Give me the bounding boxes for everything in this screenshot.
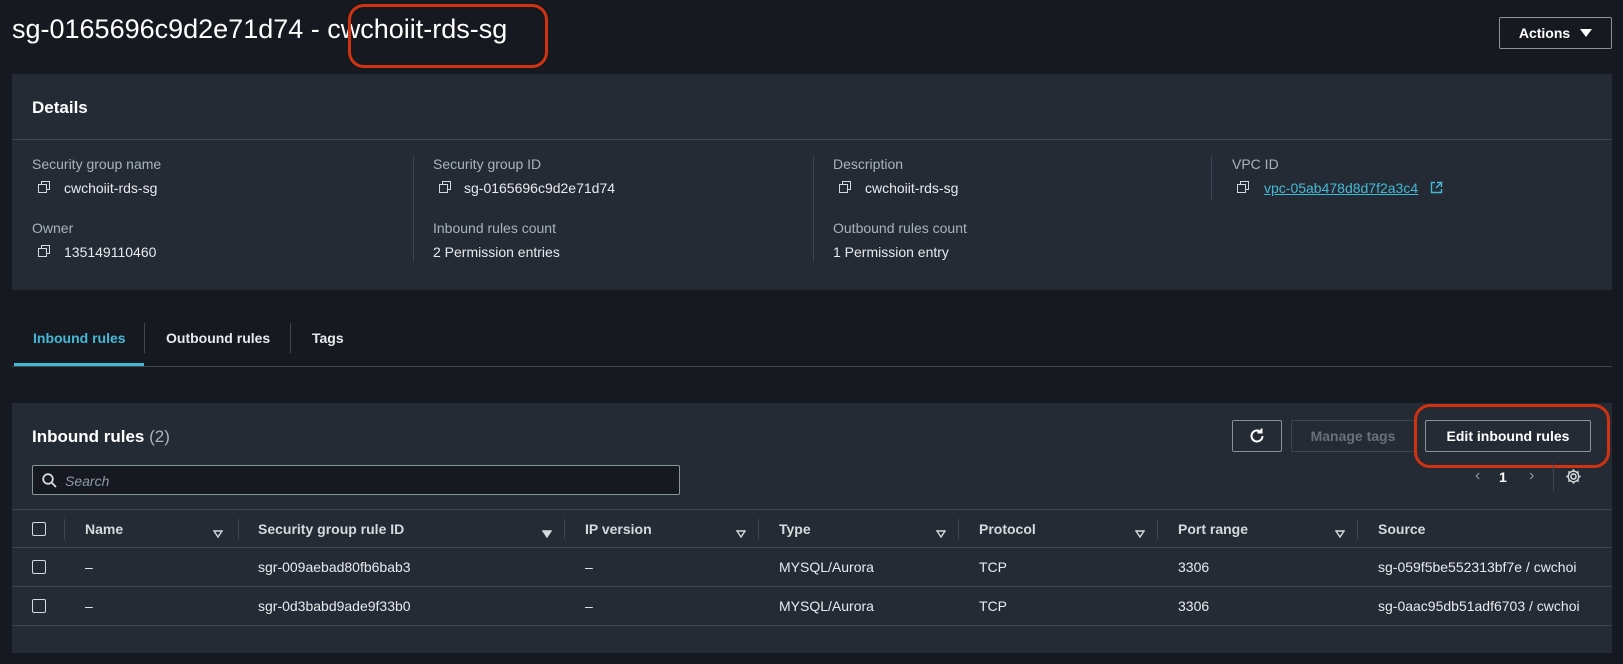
description-label: Description: [833, 156, 904, 172]
owner-value: 135149110460: [64, 244, 157, 260]
column-separator: [1357, 519, 1358, 539]
inbound-rules-count: (2): [149, 427, 170, 446]
cell-protocol: TCP: [979, 598, 1007, 614]
search-box[interactable]: [32, 465, 680, 496]
column-header-ip-version[interactable]: IP version: [585, 521, 652, 537]
tab-inbound-rules[interactable]: Inbound rules: [33, 330, 126, 346]
security-group-name-value: cwchoiit-rds-sg: [64, 180, 158, 196]
column-header-rule-id[interactable]: Security group rule ID: [258, 521, 404, 537]
sort-down-icon[interactable]: [935, 525, 947, 543]
outbound-rules-count-label: Outbound rules count: [833, 220, 967, 236]
tab-outbound-rules[interactable]: Outbound rules: [166, 330, 270, 346]
security-group-id-label: Security group ID: [433, 156, 542, 172]
cell-type: MYSQL/Aurora: [779, 559, 874, 575]
inbound-rules-heading: Inbound rules (2): [32, 427, 170, 447]
next-page-icon[interactable]: ›: [1529, 467, 1534, 485]
actions-button-label: Actions: [1518, 25, 1571, 41]
copy-icon[interactable]: [38, 245, 50, 257]
tabs-underline: [12, 366, 1612, 367]
column-divider: [413, 156, 414, 262]
table-row[interactable]: – sgr-009aebad80fb6bab3 – MYSQL/Aurora T…: [12, 548, 1612, 587]
column-separator: [758, 519, 759, 539]
tab-active-indicator: [14, 363, 144, 366]
search-icon: [42, 473, 57, 488]
column-header-port-range[interactable]: Port range: [1178, 521, 1248, 537]
security-group-id-value: sg-0165696c9d2e71d74: [464, 180, 616, 196]
cell-ip-version: –: [585, 559, 593, 575]
pager-divider: [1553, 463, 1554, 491]
cell-port-range: 3306: [1178, 598, 1210, 614]
outbound-rules-count-value: 1 Permission entry: [833, 244, 949, 260]
copy-icon[interactable]: [839, 181, 851, 193]
cell-rule-id: sgr-009aebad80fb6bab3: [258, 559, 411, 575]
column-header-name[interactable]: Name: [85, 521, 123, 537]
search-input[interactable]: [63, 466, 667, 496]
details-heading: Details: [32, 98, 88, 117]
refresh-icon: [1250, 428, 1264, 443]
copy-icon[interactable]: [1237, 181, 1249, 193]
column-header-source[interactable]: Source: [1378, 521, 1425, 537]
cell-type: MYSQL/Aurora: [779, 598, 874, 614]
vpc-id-label: VPC ID: [1232, 156, 1279, 172]
cell-name: –: [85, 598, 93, 614]
vpc-id-link[interactable]: vpc-05ab478d8d7f2a3c4: [1264, 180, 1418, 196]
refresh-button[interactable]: [1232, 420, 1282, 452]
table-header-row: Name Security group rule ID IP version T…: [12, 509, 1612, 548]
edit-button-highlight-annotation: [1414, 404, 1610, 468]
column-separator: [958, 519, 959, 539]
caret-down-icon: [1580, 29, 1593, 37]
description-value: cwchoiit-rds-sg: [865, 180, 959, 196]
inbound-rules-heading-text: Inbound rules: [32, 427, 145, 446]
sort-down-icon[interactable]: [1334, 525, 1346, 543]
row-checkbox[interactable]: [32, 599, 46, 613]
inbound-rules-count-value: 2 Permission entries: [433, 244, 560, 260]
security-group-name-label: Security group name: [32, 156, 162, 172]
security-group-id-title: sg-0165696c9d2e71d74 -: [12, 14, 328, 44]
copy-icon[interactable]: [38, 181, 50, 193]
manage-tags-button[interactable]: Manage tags: [1291, 420, 1415, 452]
cell-source: sg-059f5be552313bf7e / cwchoi: [1378, 559, 1577, 575]
column-divider: [1211, 156, 1212, 200]
column-separator: [64, 519, 65, 539]
gear-icon[interactable]: [1565, 468, 1582, 485]
cell-name: –: [85, 559, 93, 575]
select-all-checkbox[interactable]: [32, 522, 46, 536]
page-number[interactable]: 1: [1499, 469, 1507, 485]
column-separator: [238, 519, 239, 539]
details-panel: Details Security group name cwchoiit-rds…: [12, 74, 1612, 290]
column-header-type[interactable]: Type: [779, 521, 811, 537]
previous-page-icon[interactable]: ‹: [1475, 467, 1480, 485]
sort-down-icon[interactable]: [1134, 525, 1146, 543]
table-row[interactable]: – sgr-0d3babd9ade9f33b0 – MYSQL/Aurora T…: [12, 587, 1612, 626]
tab-separator: [290, 323, 291, 353]
column-header-protocol[interactable]: Protocol: [979, 521, 1036, 537]
cell-rule-id: sgr-0d3babd9ade9f33b0: [258, 598, 411, 614]
row-checkbox[interactable]: [32, 560, 46, 574]
column-separator: [564, 519, 565, 539]
cell-source: sg-0aac95db51adf6703 / cwchoi: [1378, 598, 1580, 614]
column-divider: [813, 156, 814, 262]
sort-down-filled-icon[interactable]: [541, 525, 553, 543]
cell-port-range: 3306: [1178, 559, 1210, 575]
copy-icon[interactable]: [439, 181, 451, 193]
cell-protocol: TCP: [979, 559, 1007, 575]
inbound-rules-panel: Inbound rules (2) Manage tags Edit inbou…: [12, 403, 1612, 653]
sort-down-icon[interactable]: [735, 525, 747, 543]
sort-down-icon[interactable]: [212, 525, 224, 543]
inbound-rules-count-label: Inbound rules count: [433, 220, 556, 236]
tab-tags[interactable]: Tags: [312, 330, 344, 346]
column-separator: [1157, 519, 1158, 539]
details-header: [12, 74, 1612, 140]
owner-label: Owner: [32, 220, 74, 236]
cell-ip-version: –: [585, 598, 593, 614]
actions-button[interactable]: Actions: [1499, 17, 1612, 49]
external-link-icon[interactable]: [1430, 181, 1443, 194]
title-highlight-annotation: [348, 4, 548, 68]
tab-separator: [144, 323, 145, 353]
